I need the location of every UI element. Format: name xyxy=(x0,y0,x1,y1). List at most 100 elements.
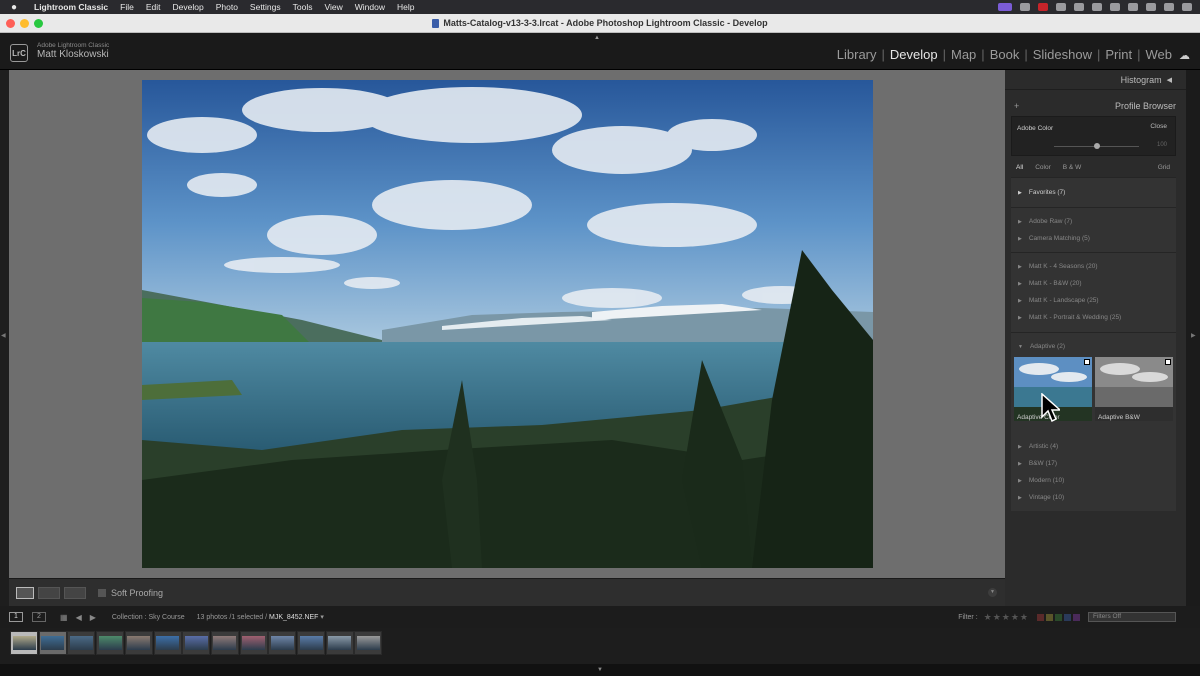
group-label: Matt K - Landscape (25) xyxy=(1028,297,1099,304)
profile-group-item[interactable]: ▶ Matt K - Portrait & Wedding (25) xyxy=(1018,314,1121,321)
module-book[interactable]: Book xyxy=(990,47,1020,62)
filter-all[interactable]: All xyxy=(1016,164,1023,171)
minimize-dot[interactable] xyxy=(20,19,29,28)
soft-proofing-checkbox[interactable] xyxy=(98,588,106,597)
green-label-icon[interactable] xyxy=(1055,613,1062,621)
filmstrip-thumbnail[interactable] xyxy=(182,631,211,655)
menu-develop[interactable]: Develop xyxy=(167,2,210,12)
menu-edit[interactable]: Edit xyxy=(140,2,167,12)
close-dot[interactable] xyxy=(6,19,15,28)
profile-group-item[interactable]: ▶ Adobe Raw (7) xyxy=(1018,218,1072,225)
filmstrip-thumbnail[interactable] xyxy=(268,631,297,655)
pointer-cursor-icon xyxy=(1041,393,1060,423)
filmstrip-thumbnail[interactable] xyxy=(297,631,325,655)
menu-view[interactable]: View xyxy=(318,2,348,12)
battery-icon[interactable] xyxy=(1092,3,1102,11)
bottom-panel-toggle-icon[interactable]: ▼ xyxy=(0,664,1200,676)
module-print[interactable]: Print xyxy=(1105,47,1132,62)
filmstrip-thumbnail[interactable] xyxy=(67,631,96,655)
screen-record-icon[interactable] xyxy=(998,3,1012,11)
filmstrip-thumbnail[interactable] xyxy=(124,631,153,655)
zoom-dot[interactable] xyxy=(34,19,43,28)
profile-group-item[interactable]: ▶ Camera Matching (5) xyxy=(1018,235,1090,242)
menu-tools[interactable]: Tools xyxy=(287,2,319,12)
red-label-icon[interactable] xyxy=(1037,613,1044,621)
color-label-filter[interactable] xyxy=(1037,613,1080,621)
adobe-icon[interactable] xyxy=(1038,3,1048,11)
filter-bw[interactable]: B & W xyxy=(1063,164,1081,171)
filmstrip-thumbnail[interactable] xyxy=(96,631,125,655)
filmstrip-thumbnail[interactable] xyxy=(10,631,38,655)
profile-group-item[interactable]: ▶ Vintage (10) xyxy=(1018,494,1064,501)
collection-label[interactable]: Collection : Sky Course xyxy=(112,614,185,621)
profile-group-item[interactable]: ▶ Modern (10) xyxy=(1018,477,1064,484)
view-grid-select[interactable]: Grid xyxy=(1158,164,1170,171)
filmstrip xyxy=(0,628,1200,664)
settings-icon[interactable] xyxy=(1056,3,1066,11)
menu-photo[interactable]: Photo xyxy=(210,2,244,12)
filmstrip-thumbnail[interactable] xyxy=(325,631,354,655)
apple-icon[interactable]: ● xyxy=(0,2,28,13)
grid-icon[interactable]: ▦ xyxy=(60,613,68,622)
notification-icon[interactable] xyxy=(1182,3,1192,11)
favorite-star-icon[interactable] xyxy=(1165,359,1171,365)
filmstrip-thumbnail[interactable] xyxy=(153,631,182,655)
before-after-split-button[interactable] xyxy=(64,586,86,599)
group-label: Matt K - 4 Seasons (20) xyxy=(1028,263,1098,270)
favorite-star-icon[interactable] xyxy=(1084,359,1090,365)
window-2-button[interactable]: 2 xyxy=(32,612,46,622)
filmstrip-thumbnail[interactable] xyxy=(38,631,67,655)
menu-window[interactable]: Window xyxy=(349,2,391,12)
profile-group-item[interactable]: ▶ Matt K - 4 Seasons (20) xyxy=(1018,263,1098,270)
right-panel-toggle-icon[interactable]: ▶ xyxy=(1191,332,1196,339)
group-label: Adobe Raw (7) xyxy=(1028,218,1073,225)
menu-settings[interactable]: Settings xyxy=(244,2,287,12)
filmstrip-thumbnail[interactable] xyxy=(210,631,239,655)
top-panel-toggle-icon[interactable]: ▲ xyxy=(594,35,600,41)
filmstrip-thumbnail[interactable] xyxy=(239,631,268,655)
add-icon[interactable]: + xyxy=(1014,101,1019,111)
left-panel-toggle-icon[interactable]: ◀ xyxy=(1,332,6,339)
histogram-header[interactable]: Histogram ◀ xyxy=(1005,70,1186,90)
rating-filter[interactable]: ★★★★★ xyxy=(984,612,1029,623)
module-map[interactable]: Map xyxy=(951,47,976,62)
profile-group-item[interactable]: ▶ B&W (17) xyxy=(1018,460,1057,467)
filters-off-select[interactable]: Filters Off xyxy=(1088,612,1176,622)
window-1-button[interactable]: 1 xyxy=(9,612,23,622)
filter-color[interactable]: Color xyxy=(1035,164,1051,171)
profile-group-item[interactable]: ▼ Adaptive (2) xyxy=(1018,343,1065,350)
siri-icon[interactable] xyxy=(1164,3,1174,11)
menu-file[interactable]: File xyxy=(114,2,140,12)
blue-label-icon[interactable] xyxy=(1064,613,1071,621)
profile-group-item[interactable]: ▶ Matt K - B&W (20) xyxy=(1018,280,1082,287)
before-after-button[interactable] xyxy=(38,586,60,599)
forward-arrow-icon[interactable]: ▶ xyxy=(90,613,96,622)
purple-label-icon[interactable] xyxy=(1073,613,1080,621)
control-center-icon[interactable] xyxy=(1146,3,1156,11)
profile-group-item[interactable]: ▶ Favorites (7) xyxy=(1018,189,1065,196)
menu-help[interactable]: Help xyxy=(391,2,420,12)
amount-slider-knob[interactable] xyxy=(1094,143,1100,149)
wifi-icon[interactable] xyxy=(1110,3,1120,11)
main-photo[interactable] xyxy=(142,80,873,568)
module-develop[interactable]: Develop xyxy=(890,47,938,62)
profile-thumb-adaptive-bw[interactable]: Adaptive B&W xyxy=(1095,357,1173,421)
search-icon[interactable] xyxy=(1128,3,1138,11)
module-slideshow[interactable]: Slideshow xyxy=(1033,47,1092,62)
back-arrow-icon[interactable]: ◀ xyxy=(76,613,82,622)
profile-group-item[interactable]: ▶ Matt K - Landscape (25) xyxy=(1018,297,1099,304)
cloud-icon[interactable]: ☁ xyxy=(1179,49,1190,62)
module-library[interactable]: Library xyxy=(837,47,877,62)
play-icon[interactable] xyxy=(1074,3,1084,11)
profile-group-item[interactable]: ▶ Artistic (4) xyxy=(1018,443,1058,450)
selected-filename[interactable]: MJK_8452.NEF xyxy=(269,614,318,621)
menu-app[interactable]: Lightroom Classic xyxy=(28,2,114,12)
module-web[interactable]: Web xyxy=(1146,47,1173,62)
toolbar-menu-icon[interactable]: ▼ xyxy=(988,588,997,597)
filmstrip-thumbnail[interactable] xyxy=(354,631,383,655)
creative-cloud-icon[interactable] xyxy=(1020,3,1030,11)
yellow-label-icon[interactable] xyxy=(1046,613,1053,621)
close-button[interactable]: Close xyxy=(1150,123,1167,130)
loupe-view-button[interactable] xyxy=(16,586,34,599)
filename-menu-icon[interactable]: ▾ xyxy=(320,614,324,621)
